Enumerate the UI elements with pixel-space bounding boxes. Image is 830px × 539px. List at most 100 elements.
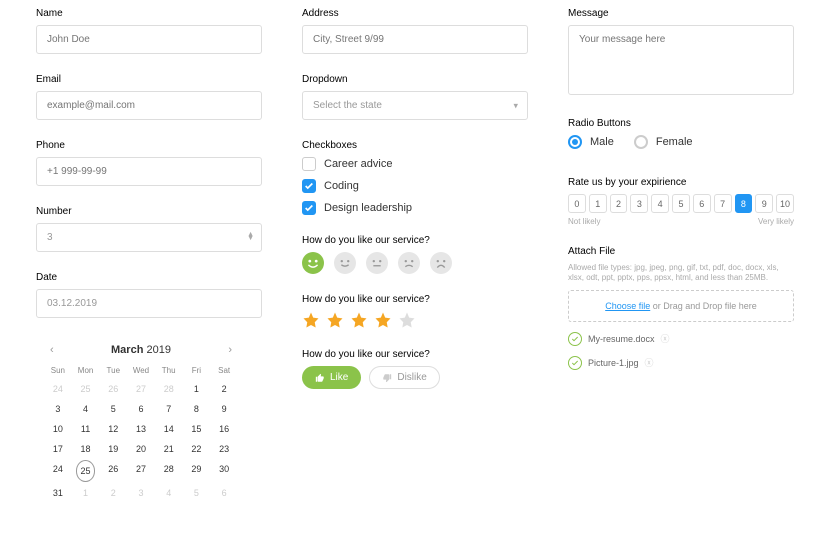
cal-day[interactable]: 4 xyxy=(155,483,183,503)
cal-day[interactable]: 18 xyxy=(72,439,100,459)
phone-label: Phone xyxy=(36,140,262,151)
cal-day[interactable]: 7 xyxy=(155,399,183,419)
scale-7[interactable]: 7 xyxy=(714,194,732,213)
check-icon xyxy=(568,356,582,370)
cal-day[interactable]: 3 xyxy=(44,399,72,419)
cal-day[interactable]: 21 xyxy=(155,439,183,459)
calendar-prev[interactable]: ‹ xyxy=(44,342,60,358)
cal-day[interactable]: 1 xyxy=(72,483,100,503)
cal-day[interactable]: 22 xyxy=(183,439,211,459)
star-2[interactable] xyxy=(350,311,368,329)
scale-3[interactable]: 3 xyxy=(630,194,648,213)
scale-2[interactable]: 2 xyxy=(610,194,628,213)
delete-file-0[interactable]: ⓧ xyxy=(661,332,670,345)
scale-4[interactable]: 4 xyxy=(651,194,669,213)
scale-9[interactable]: 9 xyxy=(755,194,773,213)
checkbox-1[interactable] xyxy=(302,179,316,193)
cal-day[interactable]: 29 xyxy=(183,459,211,483)
number-label: Number xyxy=(36,206,262,217)
email-input[interactable] xyxy=(36,91,262,120)
cal-day[interactable]: 6 xyxy=(210,483,238,503)
cal-day[interactable]: 28 xyxy=(155,459,183,483)
phone-input[interactable] xyxy=(36,157,262,186)
radio-1[interactable] xyxy=(634,135,648,149)
checkbox-0[interactable] xyxy=(302,157,316,171)
cal-day[interactable]: 25 xyxy=(72,379,100,399)
like-button[interactable]: Like xyxy=(302,366,361,389)
calendar-next[interactable]: › xyxy=(222,342,238,358)
file-name-1: Picture-1.jpg xyxy=(588,358,639,368)
name-input[interactable] xyxy=(36,25,262,54)
cal-day[interactable]: 10 xyxy=(44,419,72,439)
delete-file-1[interactable]: ⓧ xyxy=(645,356,654,369)
email-label: Email xyxy=(36,74,262,85)
face-0[interactable] xyxy=(302,252,324,274)
scale-6[interactable]: 6 xyxy=(693,194,711,213)
star-4[interactable] xyxy=(398,311,416,329)
cal-day[interactable]: 6 xyxy=(127,399,155,419)
face-2[interactable] xyxy=(366,252,388,274)
cal-day[interactable]: 23 xyxy=(210,439,238,459)
scale-5[interactable]: 5 xyxy=(672,194,690,213)
cal-day[interactable]: 15 xyxy=(183,419,211,439)
cal-day[interactable]: 11 xyxy=(72,419,100,439)
scale-10[interactable]: 10 xyxy=(776,194,794,213)
cal-day[interactable]: 3 xyxy=(127,483,155,503)
face-3[interactable] xyxy=(398,252,420,274)
cal-day[interactable]: 27 xyxy=(127,459,155,483)
cal-day[interactable]: 27 xyxy=(127,379,155,399)
cal-day[interactable]: 24 xyxy=(44,459,72,483)
cal-day[interactable]: 2 xyxy=(99,483,127,503)
star-1[interactable] xyxy=(326,311,344,329)
checkbox-2[interactable] xyxy=(302,201,316,215)
cal-day[interactable]: 24 xyxy=(44,379,72,399)
address-input[interactable] xyxy=(302,25,528,54)
rate-low: Not likely xyxy=(568,217,600,226)
cal-day[interactable]: 31 xyxy=(44,483,72,503)
dislike-button[interactable]: Dislike xyxy=(369,366,439,389)
cal-day[interactable]: 28 xyxy=(155,379,183,399)
cal-day[interactable]: 26 xyxy=(99,459,127,483)
calendar: ‹ March 2019 › SunMonTueWedThuFriSat2425… xyxy=(36,338,246,507)
dropdown-select[interactable]: Select the state xyxy=(302,91,528,120)
date-input[interactable] xyxy=(36,289,262,318)
radio-label-1: Female xyxy=(656,136,693,148)
cal-dow: Thu xyxy=(155,362,183,379)
cal-day[interactable]: 20 xyxy=(127,439,155,459)
cal-day[interactable]: 9 xyxy=(210,399,238,419)
star-0[interactable] xyxy=(302,311,320,329)
face-4[interactable] xyxy=(430,252,452,274)
cal-day[interactable]: 14 xyxy=(155,419,183,439)
cal-day[interactable]: 12 xyxy=(99,419,127,439)
cal-day[interactable]: 19 xyxy=(99,439,127,459)
cal-day[interactable]: 5 xyxy=(99,399,127,419)
scale-1[interactable]: 1 xyxy=(589,194,607,213)
cal-day[interactable]: 25 xyxy=(76,460,96,482)
radio-label: Radio Buttons xyxy=(568,118,794,129)
checkbox-label-0: Career advice xyxy=(324,158,392,170)
cal-day[interactable]: 13 xyxy=(127,419,155,439)
cal-day[interactable]: 4 xyxy=(72,399,100,419)
cal-day[interactable]: 30 xyxy=(210,459,238,483)
dropzone-rest: or Drag and Drop file here xyxy=(650,301,757,311)
dropzone[interactable]: Choose file or Drag and Drop file here xyxy=(568,290,794,322)
face-1[interactable] xyxy=(334,252,356,274)
dropdown-label: Dropdown xyxy=(302,74,528,85)
cal-day[interactable]: 5 xyxy=(183,483,211,503)
cal-day[interactable]: 8 xyxy=(183,399,211,419)
cal-day[interactable]: 26 xyxy=(99,379,127,399)
like-label: Like xyxy=(330,372,348,383)
message-input[interactable] xyxy=(568,25,794,95)
choose-file-link[interactable]: Choose file xyxy=(605,301,650,311)
cal-day[interactable]: 16 xyxy=(210,419,238,439)
star-3[interactable] xyxy=(374,311,392,329)
address-label: Address xyxy=(302,8,528,19)
scale-8[interactable]: 8 xyxy=(735,194,753,213)
scale-0[interactable]: 0 xyxy=(568,194,586,213)
radio-0[interactable] xyxy=(568,135,582,149)
cal-dow: Sat xyxy=(210,362,238,379)
cal-day[interactable]: 1 xyxy=(183,379,211,399)
cal-day[interactable]: 17 xyxy=(44,439,72,459)
cal-day[interactable]: 2 xyxy=(210,379,238,399)
number-input[interactable] xyxy=(36,223,262,252)
